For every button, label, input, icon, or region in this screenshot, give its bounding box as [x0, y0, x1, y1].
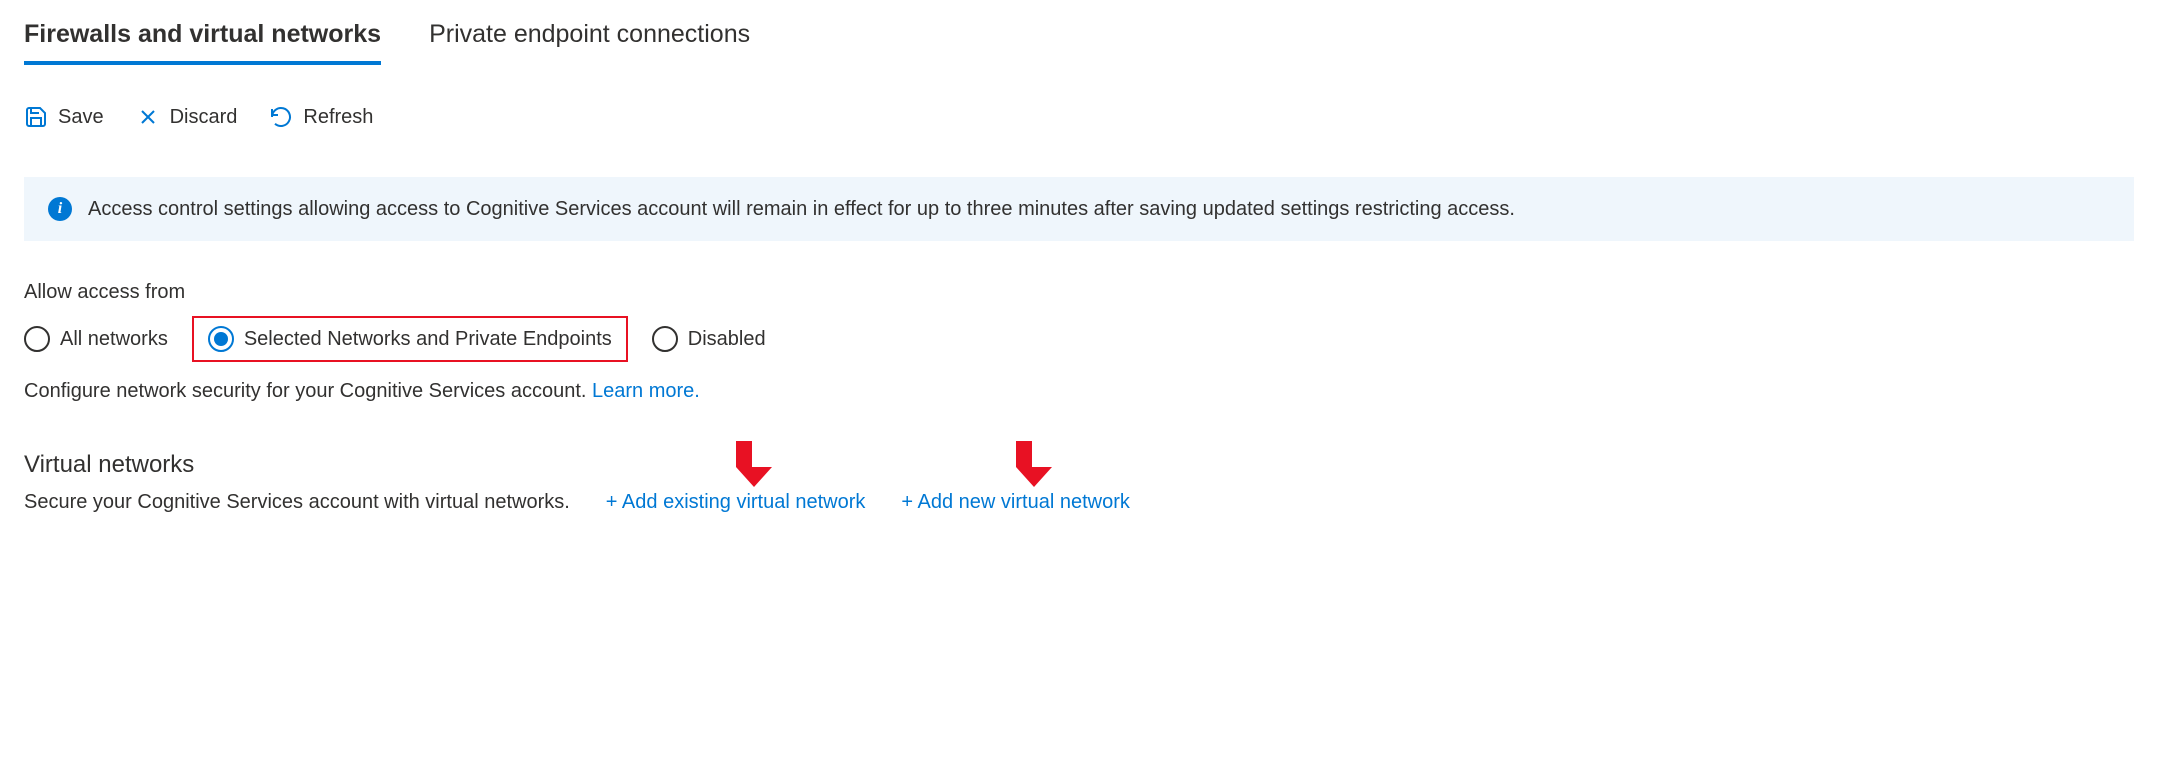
radio-selected-networks-label: Selected Networks and Private Endpoints [244, 328, 612, 351]
radio-disabled[interactable]: Disabled [652, 326, 766, 352]
info-text: Access control settings allowing access … [88, 198, 1515, 221]
info-banner: i Access control settings allowing acces… [24, 177, 2134, 241]
learn-more-link[interactable]: Learn more. [592, 380, 700, 402]
add-new-label: + Add new virtual network [901, 491, 1129, 513]
info-icon: i [48, 197, 72, 221]
highlight-annotation: Selected Networks and Private Endpoints [192, 316, 628, 362]
refresh-icon [269, 105, 293, 129]
configure-text: Configure network security for your Cogn… [24, 380, 2134, 403]
discard-label: Discard [170, 106, 238, 129]
radio-circle-icon [24, 326, 50, 352]
add-new-vnet-link[interactable]: + Add new virtual network [901, 491, 1129, 514]
vnet-secure-text: Secure your Cognitive Services account w… [24, 491, 570, 514]
radio-selected-networks[interactable]: Selected Networks and Private Endpoints [208, 326, 612, 352]
radio-inner-icon [214, 332, 228, 346]
save-icon [24, 105, 48, 129]
add-existing-label: + Add existing virtual network [606, 491, 866, 513]
refresh-label: Refresh [303, 106, 373, 129]
close-icon [136, 105, 160, 129]
add-existing-vnet-link[interactable]: + Add existing virtual network [606, 491, 866, 514]
allow-access-radio-group: All networks Selected Networks and Priva… [24, 316, 2134, 362]
tabs-row: Firewalls and virtual networks Private e… [24, 20, 2134, 65]
tab-firewalls[interactable]: Firewalls and virtual networks [24, 20, 381, 65]
configure-text-content: Configure network security for your Cogn… [24, 380, 592, 402]
virtual-networks-heading: Virtual networks [24, 451, 2134, 479]
radio-all-networks[interactable]: All networks [24, 326, 168, 352]
save-button[interactable]: Save [24, 105, 104, 129]
radio-disabled-label: Disabled [688, 328, 766, 351]
radio-circle-icon [652, 326, 678, 352]
allow-access-label: Allow access from [24, 281, 2134, 304]
radio-circle-selected-icon [208, 326, 234, 352]
toolbar: Save Discard Refresh [24, 105, 2134, 129]
refresh-button[interactable]: Refresh [269, 105, 373, 129]
radio-all-networks-label: All networks [60, 328, 168, 351]
save-label: Save [58, 106, 104, 129]
discard-button[interactable]: Discard [136, 105, 238, 129]
virtual-networks-row: Secure your Cognitive Services account w… [24, 491, 2134, 514]
tab-private-endpoints[interactable]: Private endpoint connections [429, 20, 750, 65]
